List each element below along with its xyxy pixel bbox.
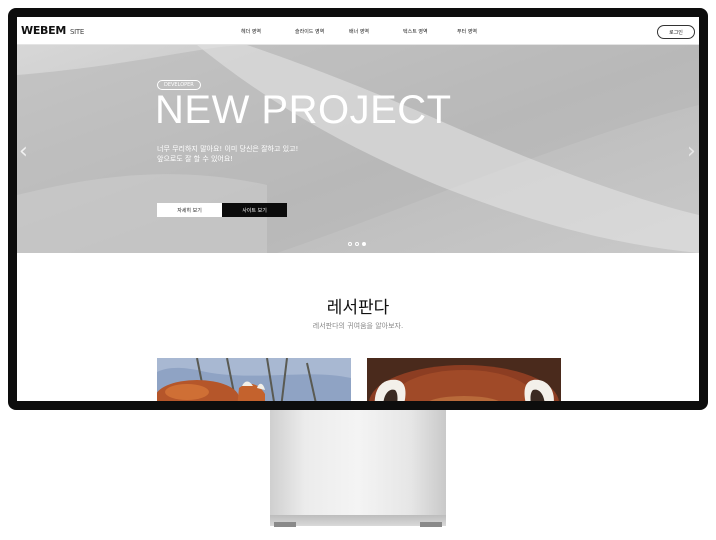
view-site-button[interactable]: 사이트 보기: [222, 203, 287, 217]
hero-desc-line-1: 너무 무리하지 말아요! 이미 당신은 잘하고 있고!: [157, 145, 299, 153]
screen: WEBEM SITE 헤더 영역 슬라이드 영역 배너 영역 텍스트 영역 푸터 …: [17, 17, 699, 401]
hero-title: NEW PROJECT: [155, 88, 452, 132]
red-panda-image-1: [157, 358, 351, 401]
hero-desc-line-2: 앞으로도 잘 할 수 있어요!: [157, 155, 234, 163]
hero-slider: ‹ › DEVELOPER NEW PROJECT 너무 무리하지 말아요! 이…: [17, 45, 699, 253]
prev-slide-icon[interactable]: ‹: [19, 141, 28, 163]
section-subtitle: 레서판다의 귀여움을 알아보자.: [312, 322, 404, 330]
slide-indicators: [348, 242, 366, 246]
hero-background-image: [17, 45, 699, 253]
details-button[interactable]: 자세히 보기: [157, 203, 222, 217]
stand-foot-left: [274, 522, 296, 527]
red-panda-image-2: [367, 358, 561, 401]
slide-dot-1[interactable]: [348, 242, 352, 246]
nav-item-header[interactable]: 헤더 영역: [241, 28, 295, 35]
stand-foot-right: [420, 522, 442, 527]
nav-item-text[interactable]: 텍스트 영역: [403, 28, 457, 35]
login-button[interactable]: 로그인: [657, 25, 695, 39]
red-panda-photo-1[interactable]: [157, 358, 351, 401]
slide-dot-3-active[interactable]: [362, 242, 366, 246]
nav-item-slide[interactable]: 슬라이드 영역: [295, 28, 349, 35]
monitor-frame: WEBEM SITE 헤더 영역 슬라이드 영역 배너 영역 텍스트 영역 푸터 …: [8, 8, 708, 410]
section-title: 레서판다: [326, 298, 390, 318]
nav-item-banner[interactable]: 배너 영역: [349, 28, 403, 35]
site-logo[interactable]: WEBEM SITE: [21, 24, 84, 37]
nav-item-footer[interactable]: 푸터 영역: [457, 28, 511, 35]
logo-text: WEBEM: [21, 24, 66, 37]
site-header: WEBEM SITE 헤더 영역 슬라이드 영역 배너 영역 텍스트 영역 푸터 …: [17, 17, 699, 45]
red-panda-photo-2[interactable]: [367, 358, 561, 401]
main-nav: 헤더 영역 슬라이드 영역 배너 영역 텍스트 영역 푸터 영역: [241, 28, 511, 35]
next-slide-icon[interactable]: ›: [687, 141, 696, 163]
logo-subtext: SITE: [70, 28, 85, 36]
hero-description: 너무 무리하지 말아요! 이미 당신은 잘하고 있고! 앞으로도 잘 할 수 있…: [157, 144, 298, 164]
monitor-stand: [270, 410, 446, 516]
slide-dot-2[interactable]: [355, 242, 359, 246]
